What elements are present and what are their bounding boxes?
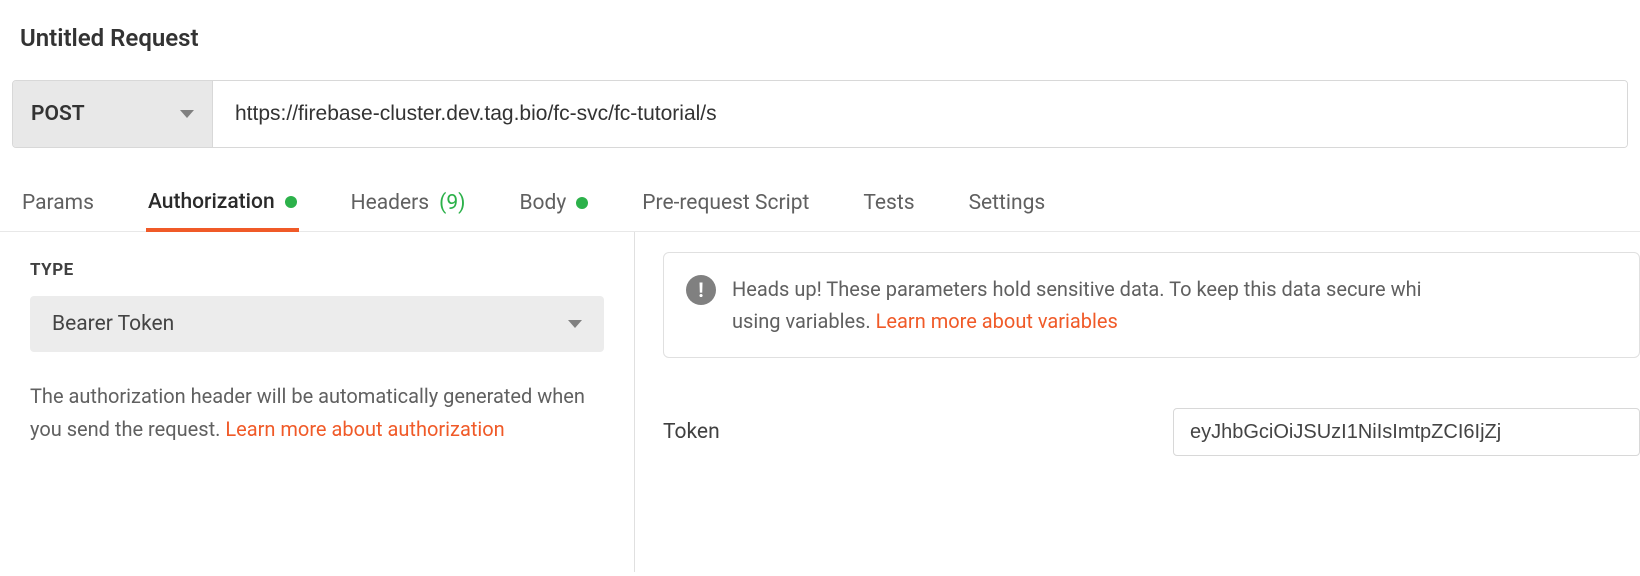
learn-more-variables-link[interactable]: Learn more about variables (876, 309, 1118, 333)
tab-params[interactable]: Params (20, 181, 96, 232)
auth-left-panel: TYPE Bearer Token The authorization head… (0, 232, 635, 572)
tab-prerequest-script[interactable]: Pre-request Script (640, 181, 811, 232)
tab-body[interactable]: Body (517, 181, 590, 232)
auth-content: TYPE Bearer Token The authorization head… (0, 232, 1640, 572)
request-title: Untitled Request (0, 0, 1640, 60)
auth-type-select[interactable]: Bearer Token (30, 296, 604, 352)
tab-tests[interactable]: Tests (861, 181, 916, 232)
token-input[interactable] (1173, 408, 1640, 456)
token-label: Token (663, 420, 1133, 444)
url-bar: POST (12, 80, 1628, 148)
auth-type-value: Bearer Token (52, 312, 174, 336)
tab-label: Body (519, 191, 566, 215)
tab-label: Settings (969, 191, 1046, 215)
tab-label: Authorization (148, 190, 275, 214)
sensitive-data-warning: ! Heads up! These parameters hold sensit… (663, 252, 1640, 358)
request-url-input[interactable] (213, 81, 1627, 147)
learn-more-authorization-link[interactable]: Learn more about authorization (225, 417, 504, 441)
tab-label: Pre-request Script (642, 191, 809, 215)
tab-label: Headers (351, 191, 429, 215)
auth-help-text: The authorization header will be automat… (30, 380, 604, 446)
auth-right-panel: ! Heads up! These parameters hold sensit… (635, 232, 1640, 572)
warning-text: Heads up! These parameters hold sensitiv… (732, 273, 1422, 337)
exclamation-icon: ! (686, 275, 716, 305)
tab-authorization[interactable]: Authorization (146, 180, 299, 232)
headers-count: (9) (439, 191, 465, 215)
tab-settings[interactable]: Settings (967, 181, 1048, 232)
http-method-select[interactable]: POST (13, 81, 213, 147)
http-method-label: POST (31, 102, 85, 126)
request-tabs: Params Authorization Headers (9) Body Pr… (0, 180, 1640, 232)
chevron-down-icon (180, 110, 194, 118)
warning-line-2: using variables. (732, 309, 876, 333)
token-row: Token (663, 408, 1640, 456)
auth-type-label: TYPE (30, 260, 604, 280)
warning-line-1: Heads up! These parameters hold sensitiv… (732, 277, 1422, 301)
chevron-down-icon (568, 320, 582, 328)
tab-label: Tests (863, 191, 914, 215)
active-indicator-dot-icon (285, 196, 297, 208)
tab-label: Params (22, 191, 94, 215)
tab-headers[interactable]: Headers (9) (349, 181, 468, 232)
active-indicator-dot-icon (576, 197, 588, 209)
